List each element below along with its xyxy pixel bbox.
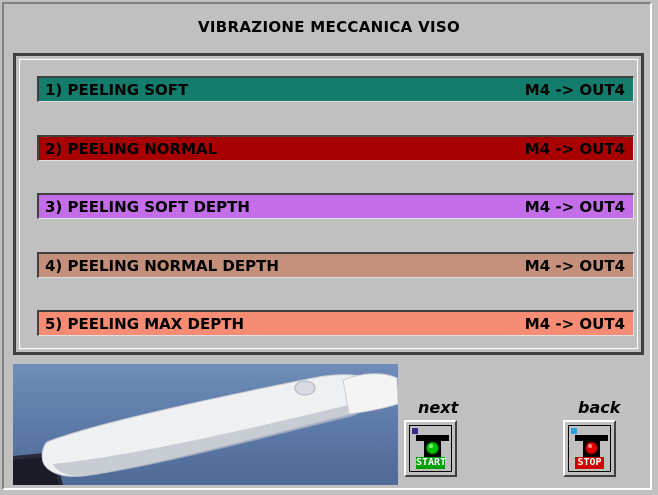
device-image [13,364,398,485]
option-peeling-normal[interactable]: 2) PEELING NORMAL M4 -> OUT4 [37,135,634,161]
option-peeling-soft[interactable]: 1) PEELING SOFT M4 -> OUT4 [37,76,634,102]
option-peeling-normal-depth[interactable]: 4) PEELING NORMAL DEPTH M4 -> OUT4 [37,252,634,278]
option-label: 2) PEELING NORMAL [45,140,218,158]
option-peeling-soft-depth[interactable]: 3) PEELING SOFT DEPTH M4 -> OUT4 [37,193,634,219]
option-route: M4 -> OUT4 [524,140,625,158]
option-route: M4 -> OUT4 [524,81,625,99]
option-route: M4 -> OUT4 [524,315,625,333]
option-label: 3) PEELING SOFT DEPTH [45,198,250,216]
handpiece-image [13,373,398,485]
handpiece-control [294,380,316,396]
option-label: 4) PEELING NORMAL DEPTH [45,257,279,275]
option-label: 1) PEELING SOFT [45,81,189,99]
start-button[interactable]: START [404,420,457,477]
stop-button-face: STOP [568,425,611,472]
page-title: VIBRAZIONE MECCANICA VISO [197,18,461,36]
back-caption: back [578,398,621,417]
stop-button[interactable]: STOP [563,420,616,477]
next-caption: next [418,398,459,417]
option-label: 5) PEELING MAX DEPTH [45,315,245,333]
option-route: M4 -> OUT4 [524,198,625,216]
start-label: START [416,457,447,469]
handpiece-tip [342,373,398,415]
option-peeling-max-depth[interactable]: 5) PEELING MAX DEPTH M4 -> OUT4 [37,310,634,336]
option-route: M4 -> OUT4 [524,257,625,275]
stop-label: STOP [575,457,604,469]
start-button-face: START [409,425,452,472]
